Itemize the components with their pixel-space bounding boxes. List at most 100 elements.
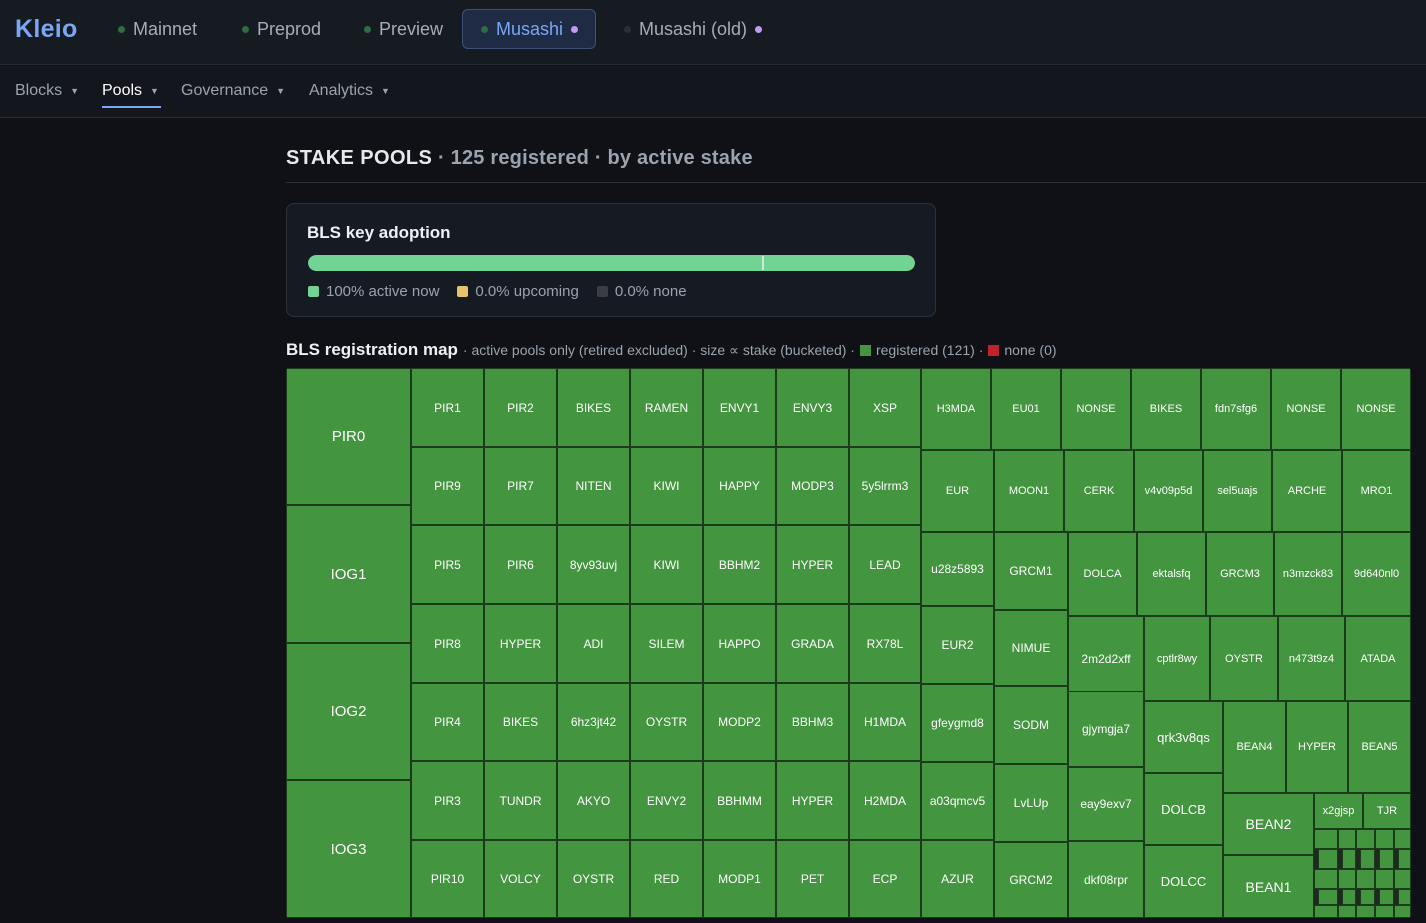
pool-cell[interactable]: GRADA: [776, 604, 849, 683]
pool-cell[interactable]: AZUR: [921, 840, 994, 918]
pool-cell[interactable]: IOG1: [286, 505, 411, 643]
pool-cell[interactable]: EUR2: [921, 606, 994, 684]
pool-cell[interactable]: MODP3: [776, 447, 849, 525]
pool-cell-small[interactable]: [1318, 849, 1338, 869]
pool-cell[interactable]: SODM: [994, 686, 1068, 764]
pool-cell[interactable]: cptlr8wy: [1144, 616, 1210, 701]
pool-cell-small[interactable]: [1356, 905, 1375, 918]
pool-cell-small[interactable]: [1375, 905, 1394, 918]
pool-cell[interactable]: MODP1: [703, 840, 776, 918]
pool-cell[interactable]: NONSE: [1271, 368, 1341, 450]
pool-cell[interactable]: IOG2: [286, 643, 411, 780]
pool-cell-small[interactable]: [1338, 869, 1356, 889]
pool-cell[interactable]: HAPPY: [703, 447, 776, 525]
pool-cell[interactable]: 2m2d2xff: [1068, 616, 1144, 701]
pool-cell-small[interactable]: [1375, 869, 1394, 889]
nav-menu-governance[interactable]: Governance ▼: [181, 82, 285, 100]
pool-cell[interactable]: gfeygmd8: [921, 684, 994, 762]
pool-cell-small[interactable]: [1398, 889, 1411, 905]
pool-cell[interactable]: RAMEN: [630, 368, 703, 447]
pool-cell[interactable]: HYPER: [1286, 701, 1348, 793]
pool-cell[interactable]: NIMUE: [994, 610, 1068, 686]
pool-cell[interactable]: GRCM2: [994, 842, 1068, 918]
pool-cell[interactable]: u28z5893: [921, 532, 994, 606]
pool-cell[interactable]: n473t9z4: [1278, 616, 1345, 701]
pool-cell-small[interactable]: [1356, 869, 1375, 889]
pool-cell[interactable]: ENVY1: [703, 368, 776, 447]
pool-cell-small[interactable]: [1394, 869, 1411, 889]
pool-cell[interactable]: sel5uajs: [1203, 450, 1272, 532]
pool-cell[interactable]: BEAN1: [1223, 855, 1314, 918]
pool-cell[interactable]: PIR3: [411, 761, 484, 840]
pool-cell[interactable]: HYPER: [776, 525, 849, 604]
pool-cell[interactable]: RED: [630, 840, 703, 918]
nav-menu-analytics[interactable]: Analytics ▼: [309, 82, 390, 100]
pool-cell[interactable]: TUNDR: [484, 761, 557, 840]
pool-cell[interactable]: BBHM2: [703, 525, 776, 604]
pool-cell[interactable]: ENVY3: [776, 368, 849, 447]
pool-cell[interactable]: v4v09p5d: [1134, 450, 1203, 532]
pool-cell[interactable]: EUR: [921, 450, 994, 532]
pool-cell[interactable]: OYSTR: [1210, 616, 1278, 701]
pool-cell-small[interactable]: [1318, 889, 1338, 905]
pool-cell[interactable]: NONSE: [1061, 368, 1131, 450]
pool-cell[interactable]: MOON1: [994, 450, 1064, 532]
pool-cell-small[interactable]: [1314, 829, 1338, 849]
pool-cell[interactable]: LEAD: [849, 525, 921, 604]
pool-cell[interactable]: PIR4: [411, 683, 484, 761]
nav-menu-blocks[interactable]: Blocks ▼: [15, 82, 79, 100]
pool-cell-small[interactable]: [1360, 889, 1375, 905]
pool-cell[interactable]: CERK: [1064, 450, 1134, 532]
pool-cell[interactable]: GRCM1: [994, 532, 1068, 610]
pool-cell[interactable]: eay9exv7: [1068, 767, 1144, 841]
brand-logo[interactable]: Kleio: [15, 15, 78, 44]
pool-cell[interactable]: KIWI: [630, 525, 703, 604]
pool-cell[interactable]: BBHM3: [776, 683, 849, 761]
pool-cell-small[interactable]: [1398, 849, 1411, 869]
network-tab-musashi[interactable]: Musashi: [462, 9, 596, 49]
pool-cell[interactable]: PIR1: [411, 368, 484, 447]
pool-cell[interactable]: PIR2: [484, 368, 557, 447]
pool-cell-small[interactable]: [1314, 905, 1338, 918]
pool-cell[interactable]: a03qmcv5: [921, 762, 994, 840]
pool-cell[interactable]: OYSTR: [630, 683, 703, 761]
pool-cell[interactable]: BBHMM: [703, 761, 776, 840]
pool-cell[interactable]: VOLCY: [484, 840, 557, 918]
pool-cell[interactable]: 6hz3jt42: [557, 683, 630, 761]
pool-cell[interactable]: DOLCC: [1144, 845, 1223, 918]
pool-cell[interactable]: LvLUp: [994, 764, 1068, 842]
pool-cell-small[interactable]: [1394, 829, 1411, 849]
pool-cell[interactable]: H3MDA: [921, 368, 991, 450]
pool-cell[interactable]: MRO1: [1342, 450, 1411, 532]
pool-cell[interactable]: OYSTR: [557, 840, 630, 918]
pool-cell[interactable]: DOLCB: [1144, 773, 1223, 845]
pool-cell[interactable]: 8yv93uvj: [557, 525, 630, 604]
pool-cell-small[interactable]: [1338, 905, 1356, 918]
pool-cell[interactable]: 9d640nl0: [1342, 532, 1411, 616]
pool-cell[interactable]: AKYO: [557, 761, 630, 840]
pool-cell-small[interactable]: [1375, 829, 1394, 849]
network-tab-preprod[interactable]: Preprod: [224, 9, 333, 49]
pool-cell[interactable]: ECP: [849, 840, 921, 918]
pool-cell[interactable]: n3mzck83: [1274, 532, 1342, 616]
pool-cell[interactable]: HYPER: [776, 761, 849, 840]
pool-cell[interactable]: PIR10: [411, 840, 484, 918]
network-tab-musashi-old[interactable]: Musashi (old): [606, 9, 774, 49]
pool-cell[interactable]: TJR: [1363, 793, 1411, 829]
pool-cell-small[interactable]: [1314, 869, 1338, 889]
pool-cell[interactable]: BEAN5: [1348, 701, 1411, 793]
pool-cell[interactable]: PIR7: [484, 447, 557, 525]
pool-cell[interactable]: HAPPO: [703, 604, 776, 683]
pool-cell[interactable]: EU01: [991, 368, 1061, 450]
network-tab-mainnet[interactable]: Mainnet: [100, 9, 209, 49]
pool-cell[interactable]: ENVY2: [630, 761, 703, 840]
pool-cell[interactable]: BEAN2: [1223, 793, 1314, 855]
pool-cell[interactable]: ADI: [557, 604, 630, 683]
pool-cell[interactable]: BIKES: [1131, 368, 1201, 450]
pool-cell-small[interactable]: [1342, 849, 1356, 869]
pool-cell[interactable]: BIKES: [484, 683, 557, 761]
pool-cell[interactable]: ATADA: [1345, 616, 1411, 701]
pool-cell[interactable]: H2MDA: [849, 761, 921, 840]
pool-cell[interactable]: GRCM3: [1206, 532, 1274, 616]
pool-cell-small[interactable]: [1356, 829, 1375, 849]
